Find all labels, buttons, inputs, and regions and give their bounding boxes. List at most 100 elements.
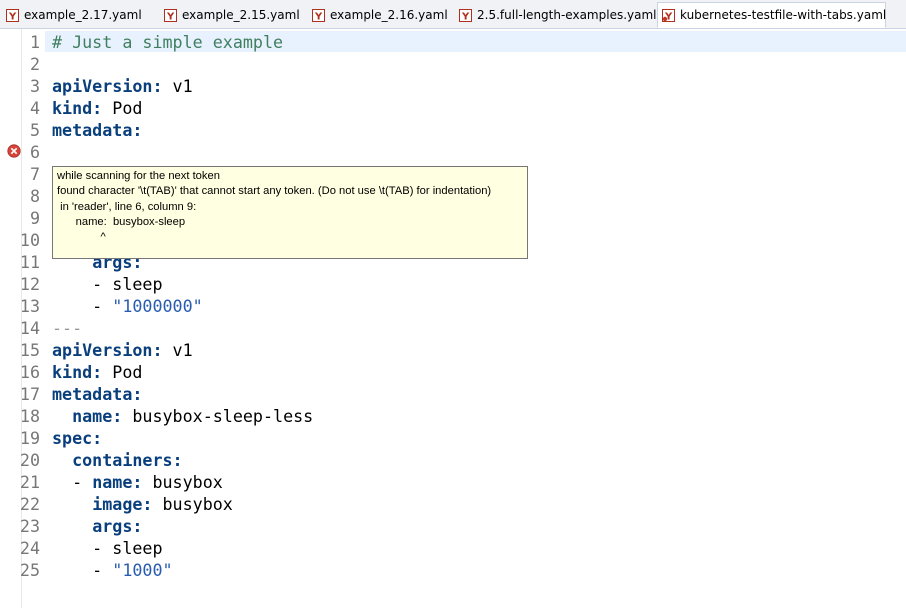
line-number: 13 (19, 296, 40, 316)
line-number: 2 (29, 54, 40, 74)
line-content: - sleep (52, 537, 163, 559)
line-number: 20 (19, 450, 40, 470)
code-line: 13 - "1000000" (0, 295, 906, 317)
line-content: apiVersion: v1 (52, 339, 193, 361)
line-number: 11 (19, 252, 40, 272)
yaml-value: v1 (162, 76, 193, 96)
code-line: 15 apiVersion: v1 (0, 339, 906, 361)
code-line: 16 kind: Pod (0, 361, 906, 383)
line-content: kind: Pod (52, 361, 142, 383)
line-content: metadata: (52, 119, 142, 141)
code-line: 5 metadata: (0, 119, 906, 141)
yaml-file-icon: Y (6, 8, 19, 22)
line-content: metadata: (52, 383, 142, 405)
line-number: 1 (29, 32, 40, 52)
code-line: 4 kind: Pod (0, 97, 906, 119)
yaml-string: "1000" (112, 560, 173, 580)
line-number: 12 (19, 274, 40, 294)
yaml-key: containers: (72, 450, 183, 470)
list-prefix: - (52, 560, 113, 580)
code-line: 1 # Just a simple example (0, 31, 906, 53)
yaml-value: Pod (102, 98, 143, 118)
code-line: 6 (0, 141, 906, 163)
tooltip-line: in 'reader', line 6, column 9: (57, 200, 197, 213)
tab-example-2-15[interactable]: Y example_2.15.yaml (160, 3, 300, 27)
yaml-key: name: (72, 406, 123, 426)
yaml-value: Pod (102, 362, 143, 382)
tooltip-line: while scanning for the next token (57, 170, 220, 182)
yaml-list-item: - sleep (52, 274, 163, 294)
comment: # Just a simple example (52, 32, 284, 52)
code-line: 25 - "1000" (0, 559, 906, 581)
yaml-key: metadata: (52, 120, 143, 140)
line-content: # Just a simple example (52, 31, 283, 53)
line-number: 5 (29, 120, 40, 140)
tab-example-2-17[interactable]: Y example_2.17.yaml (2, 3, 142, 27)
line-content: args: (52, 515, 142, 537)
yaml-file-icon: Y (459, 8, 472, 22)
code-line: 23 args: (0, 515, 906, 537)
line-number: 4 (29, 98, 40, 118)
line-content: apiVersion: v1 (52, 75, 193, 97)
line-number: 10 (19, 230, 40, 250)
tooltip-line: ^ (57, 231, 106, 244)
yaml-key: kind: (52, 362, 103, 382)
tab-label: example_2.17.yaml (24, 8, 142, 22)
yaml-value: busybox-sleep-less (122, 406, 314, 426)
yaml-key: kind: (52, 98, 103, 118)
line-content: image: busybox (52, 493, 233, 515)
line-number: 9 (29, 208, 40, 228)
line-number: 22 (19, 494, 40, 514)
code-line: 3 apiVersion: v1 (0, 75, 906, 97)
code-line: 2 (0, 53, 906, 75)
code-editor[interactable]: 1 # Just a simple example 2 3 apiVersion: … (0, 29, 906, 608)
line-number: 16 (19, 362, 40, 382)
line-number: 18 (19, 406, 40, 426)
svg-text:Y: Y (314, 11, 323, 22)
document-separator: --- (52, 318, 83, 338)
code-line: 18 name: busybox-sleep-less (0, 405, 906, 427)
line-number: 24 (19, 538, 40, 558)
line-number: 3 (29, 76, 40, 96)
tab-label: example_2.16.yaml (330, 8, 448, 22)
error-tooltip: while scanning for the next token found … (52, 166, 528, 259)
line-number: 21 (19, 472, 40, 492)
line-number: 14 (19, 318, 40, 338)
code-line: 24 - sleep (0, 537, 906, 559)
line-content: containers: (52, 449, 183, 471)
line-content: spec: (52, 427, 102, 449)
tab-label: 2.5.full-length-examples.yaml (477, 8, 657, 22)
svg-text:Y: Y (461, 11, 470, 22)
yaml-key: metadata: (52, 384, 143, 404)
line-content: --- (52, 317, 82, 339)
code-line: 17 metadata: (0, 383, 906, 405)
tab-label: kubernetes-testfile-with-tabs.yaml (680, 8, 887, 22)
svg-text:Y: Y (166, 11, 175, 22)
tab-label: example_2.15.yaml (182, 8, 300, 22)
line-number: 8 (29, 186, 40, 206)
tab-full-length-examples[interactable]: Y 2.5.full-length-examples.yaml (455, 3, 657, 27)
yaml-value: busybox (142, 472, 223, 492)
code-line: 22 image: busybox (0, 493, 906, 515)
tab-kubernetes-testfile[interactable]: Y kubernetes-testfile-with-tabs.yaml (657, 2, 886, 28)
code-line: 21 - name: busybox (0, 471, 906, 493)
tab-example-2-16[interactable]: Y example_2.16.yaml (308, 3, 448, 27)
line-content: name: busybox-sleep-less (52, 405, 313, 427)
line-content: kind: Pod (52, 97, 142, 119)
line-content: - sleep (52, 273, 163, 295)
line-number: 7 (29, 164, 40, 184)
yaml-list-item: - sleep (52, 538, 163, 558)
list-prefix: - (52, 472, 93, 492)
yaml-string: "1000000" (112, 296, 203, 316)
yaml-key: apiVersion: (52, 340, 163, 360)
tooltip-line: found character '\t(TAB)' that cannot st… (57, 185, 492, 198)
line-content: - "1000" (52, 559, 173, 581)
line-number: 15 (19, 340, 40, 360)
line-content: - name: busybox (52, 471, 223, 493)
code-line: 14 --- (0, 317, 906, 339)
yaml-value: v1 (162, 340, 193, 360)
code-line: 20 containers: (0, 449, 906, 471)
